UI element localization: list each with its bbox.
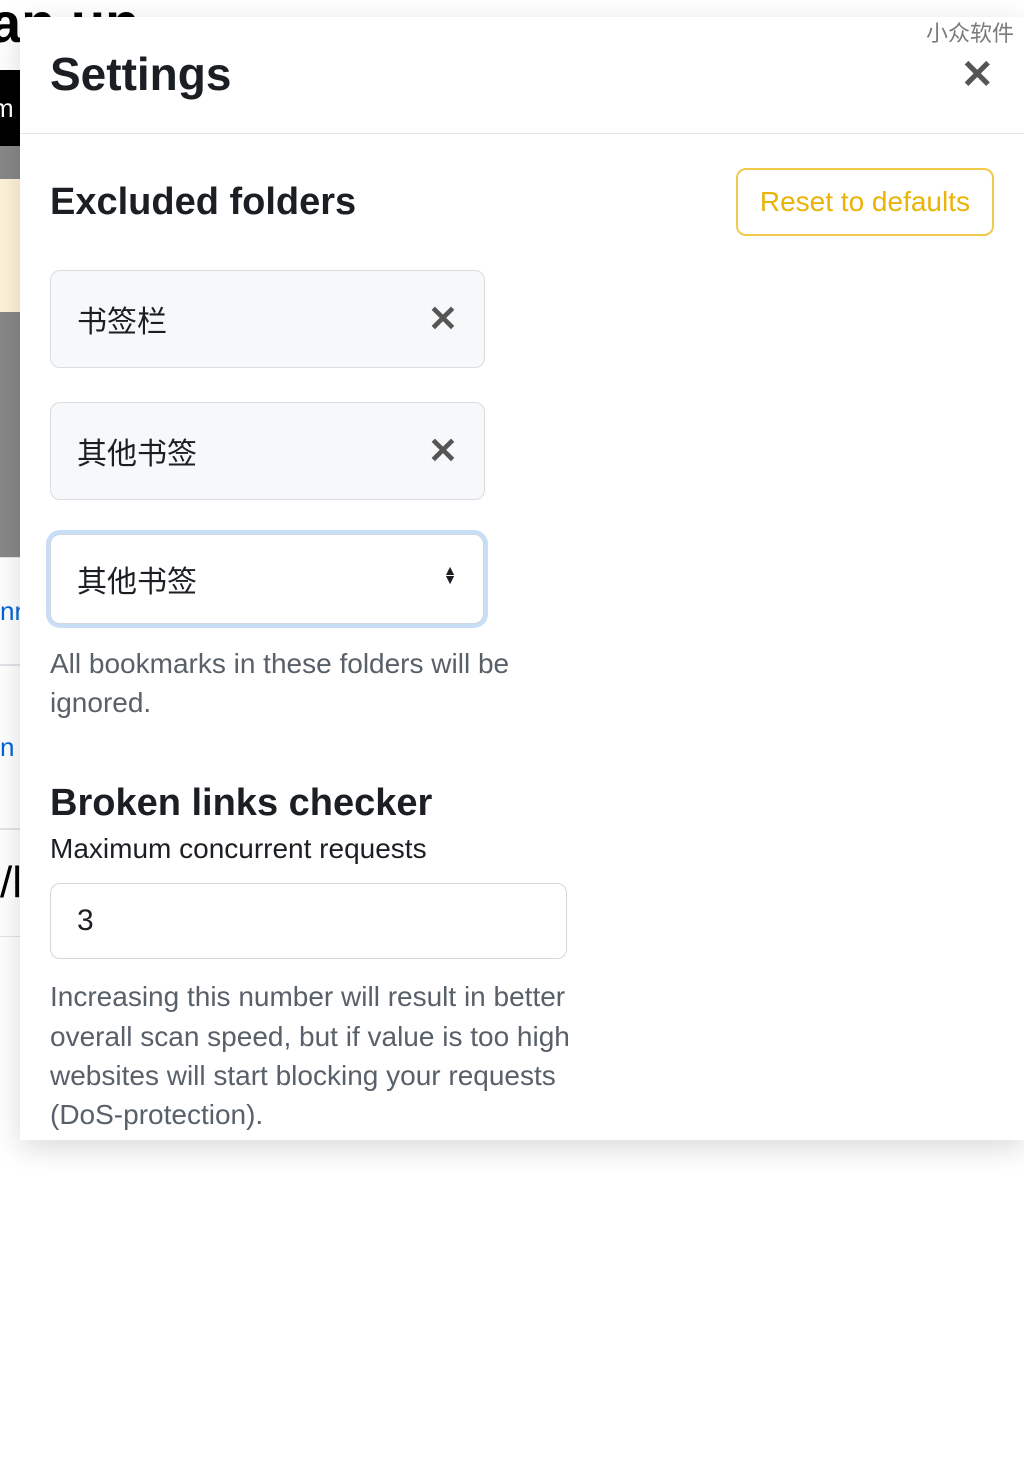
excluded-folder-tag: 其他书签 ✕ (50, 402, 485, 500)
modal-header: Settings ✕ (20, 17, 1024, 134)
excluded-folders-help: All bookmarks in these folders will be i… (50, 644, 530, 722)
remove-tag-icon[interactable]: ✕ (428, 433, 458, 469)
watermark-text: 小众软件 (926, 16, 1014, 48)
remove-tag-icon[interactable]: ✕ (428, 301, 458, 337)
excluded-folder-label: 书签栏 (77, 297, 167, 341)
excluded-folder-label: 其他书签 (77, 429, 197, 473)
bg-bar-text: m (0, 93, 14, 124)
bg-path: /l (0, 858, 22, 908)
settings-modal: Settings ✕ Excluded folders Reset to def… (20, 17, 1024, 1140)
excluded-folders-title: Excluded folders (50, 181, 356, 224)
excluded-folders-header: Excluded folders Reset to defaults (50, 168, 994, 236)
excluded-folder-tag: 书签栏 ✕ (50, 270, 485, 368)
max-requests-input[interactable]: 3 (50, 883, 567, 959)
folder-select-value: 其他书签 (77, 557, 197, 601)
bg-link-2: n (0, 732, 14, 763)
max-requests-value: 3 (77, 904, 94, 937)
select-arrows-icon: ▲ ▼ (443, 570, 457, 588)
broken-links-title: Broken links checker (50, 782, 994, 825)
max-requests-help: Increasing this number will result in be… (50, 977, 580, 1134)
modal-body: Excluded folders Reset to defaults 书签栏 ✕… (20, 134, 1024, 1140)
folder-select-dropdown[interactable]: 其他书签 ▲ ▼ (50, 534, 484, 624)
reset-defaults-button[interactable]: Reset to defaults (736, 168, 994, 236)
close-icon[interactable]: ✕ (960, 55, 994, 95)
max-requests-label: Maximum concurrent requests (50, 833, 994, 865)
modal-title: Settings (50, 47, 231, 101)
